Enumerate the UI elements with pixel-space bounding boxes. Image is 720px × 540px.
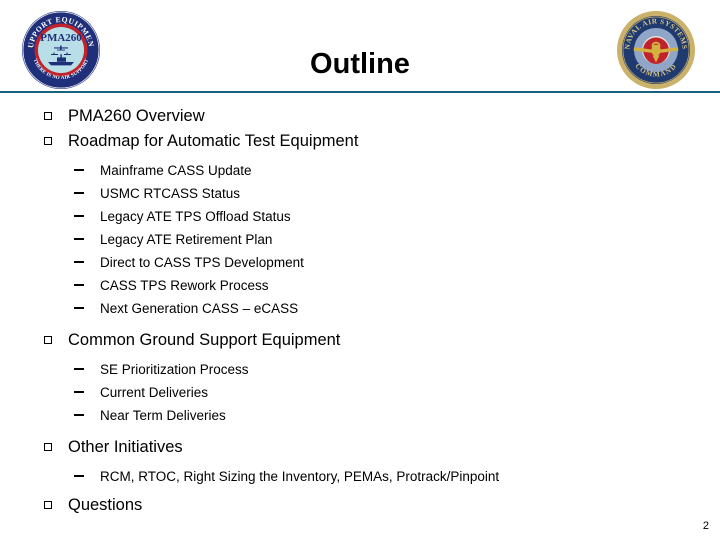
outline-subitem-label: Next Generation CASS – eCASS — [100, 301, 299, 316]
dash-bullet-icon — [74, 307, 84, 309]
header-divider-rule — [0, 91, 720, 93]
dash-bullet-icon — [74, 284, 84, 286]
outline-item-label: PMA260 Overview — [68, 107, 205, 125]
dash-bullet-icon — [74, 238, 84, 240]
outline-subitem-label: RCM, RTOC, Right Sizing the Inventory, P… — [100, 469, 500, 484]
outline-item-level1: PMA260 Overview — [0, 104, 720, 129]
outline-item-level1: Common Ground Support Equipment — [0, 328, 720, 353]
dash-bullet-icon — [74, 192, 84, 194]
outline-subitem-label: Legacy ATE Retirement Plan — [100, 232, 273, 247]
outline-item-level2: Legacy ATE TPS Offload Status — [0, 205, 720, 228]
outline-item-label: Questions — [68, 496, 143, 514]
outline-item-level1: Roadmap for Automatic Test Equipment — [0, 129, 720, 154]
pma260-support-equipment-seal-icon: SUPPORT EQUIPMENT THERE IS NO AIR SUPPOR… — [21, 10, 101, 90]
dash-bullet-icon — [74, 368, 84, 370]
outline-item-level2: USMC RTCASS Status — [0, 182, 720, 205]
outline-subitem-label: Current Deliveries — [100, 385, 209, 400]
presentation-slide: SUPPORT EQUIPMENT THERE IS NO AIR SUPPOR… — [0, 0, 720, 540]
outline-item-level2: SE Prioritization Process — [0, 358, 720, 381]
square-bullet-icon — [44, 336, 52, 344]
dash-bullet-icon — [74, 169, 84, 171]
outline-subitem-label: USMC RTCASS Status — [100, 186, 241, 201]
square-bullet-icon — [44, 112, 52, 120]
svg-text:PMA260: PMA260 — [40, 32, 82, 44]
outline-item-level1: Other Initiatives — [0, 435, 720, 460]
outline-subitem-label: Near Term Deliveries — [100, 408, 226, 423]
square-bullet-icon — [44, 443, 52, 451]
page-number: 2 — [702, 520, 709, 532]
outline-item-level2: CASS TPS Rework Process — [0, 274, 720, 297]
outline-item-level2: RCM, RTOC, Right Sizing the Inventory, P… — [0, 465, 720, 488]
outline-item-level2: Near Term Deliveries — [0, 404, 720, 427]
outline-item-level2: Next Generation CASS – eCASS — [0, 297, 720, 320]
outline-subitem-label: SE Prioritization Process — [100, 362, 249, 377]
dash-bullet-icon — [74, 215, 84, 217]
dash-bullet-icon — [74, 261, 84, 263]
dash-bullet-icon — [74, 475, 84, 477]
dash-bullet-icon — [74, 391, 84, 393]
outline-subitem-label: Direct to CASS TPS Development — [100, 255, 304, 270]
outline-subitem-label: Legacy ATE TPS Offload Status — [100, 209, 291, 224]
outline-subitem-label: CASS TPS Rework Process — [100, 278, 269, 293]
outline-item-level2: Legacy ATE Retirement Plan — [0, 228, 720, 251]
slide-header: SUPPORT EQUIPMENT THERE IS NO AIR SUPPOR… — [0, 0, 720, 93]
outline-item-level2: Mainframe CASS Update — [0, 159, 720, 182]
outline-subitem-label: Mainframe CASS Update — [100, 163, 252, 178]
naval-air-systems-command-seal-icon: NAVAL AIR SYSTEMS COMMAND — [616, 9, 696, 90]
outline-item-label: Common Ground Support Equipment — [68, 331, 341, 349]
outline-item-level2: Direct to CASS TPS Development — [0, 251, 720, 274]
outline-item-level1: Questions — [0, 493, 720, 518]
outline-item-label: Other Initiatives — [68, 438, 183, 456]
square-bullet-icon — [44, 501, 52, 509]
page-title: Outline — [310, 48, 410, 81]
outline-item-label: Roadmap for Automatic Test Equipment — [68, 132, 359, 150]
dash-bullet-icon — [74, 414, 84, 416]
outline-item-level2: Current Deliveries — [0, 381, 720, 404]
square-bullet-icon — [44, 137, 52, 145]
outline-body: PMA260 Overview Roadmap for Automatic Te… — [0, 104, 720, 518]
